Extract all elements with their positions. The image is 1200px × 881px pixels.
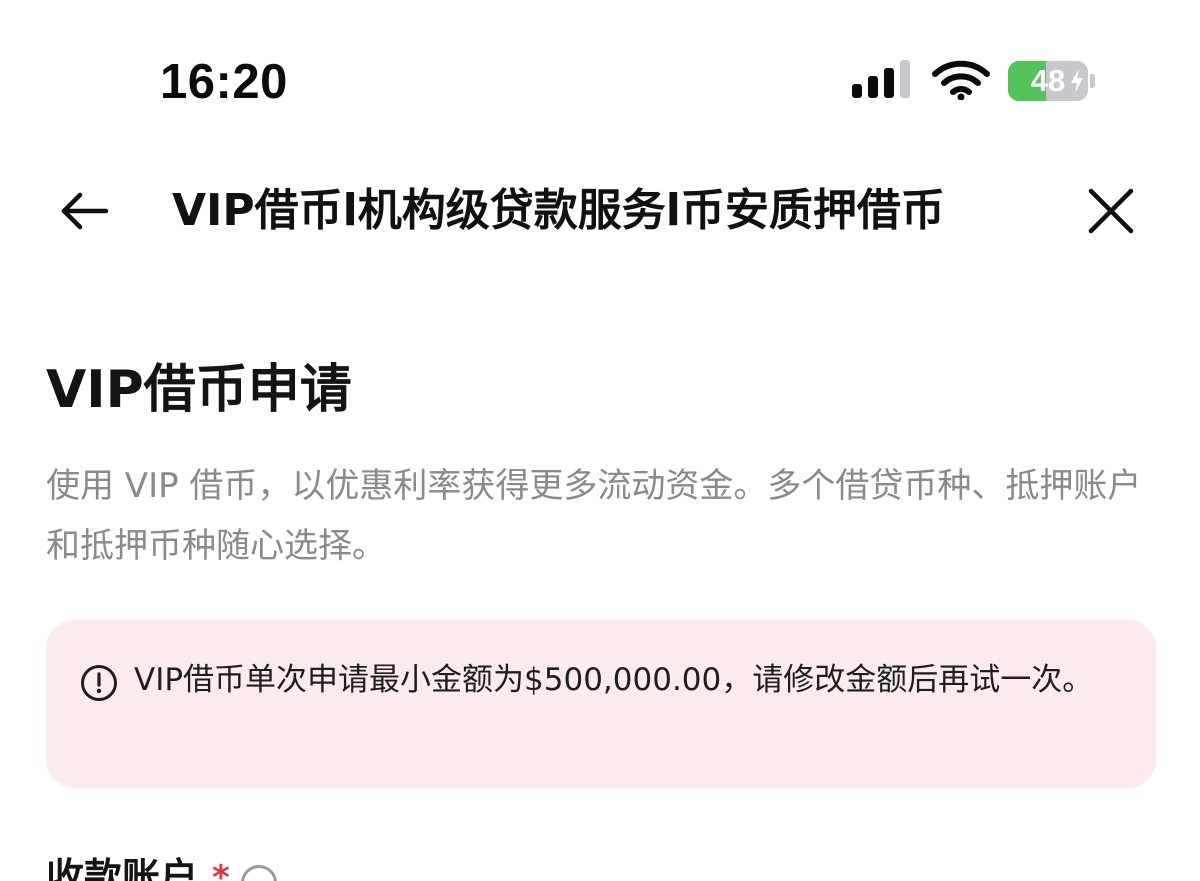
battery-cap <box>1090 74 1095 88</box>
wifi-icon <box>932 60 990 100</box>
alert-message: VIP借币单次申请最小金额为$500,000.00，请修改金额后再试一次。 <box>134 662 1094 698</box>
battery-indicator: 48 <box>1008 61 1096 101</box>
question-circle-icon[interactable] <box>240 864 278 881</box>
screen: 16:20 48 VIP借币l机构级贷款服务l币安质押借币 VIP借币申请 使用… <box>0 0 1200 881</box>
exclamation-circle-icon <box>81 665 117 701</box>
page-description: 使用 VIP 借币，以优惠利率获得更多流动资金。多个借贷币种、抵押账户和抵押币种… <box>46 466 1142 566</box>
page-title: VIP借币申请 <box>46 360 352 420</box>
receiving-account-label: 收款账户 <box>46 855 199 881</box>
status-time: 16:20 <box>160 55 288 109</box>
nav-title: VIP借币l机构级贷款服务l币安质押借币 <box>172 185 945 236</box>
close-icon[interactable] <box>1086 186 1136 236</box>
charging-bolt-icon <box>1071 69 1083 93</box>
arrow-left-icon[interactable] <box>58 188 110 234</box>
required-mark: * <box>212 858 230 881</box>
cellular-signal-icon <box>852 60 910 98</box>
